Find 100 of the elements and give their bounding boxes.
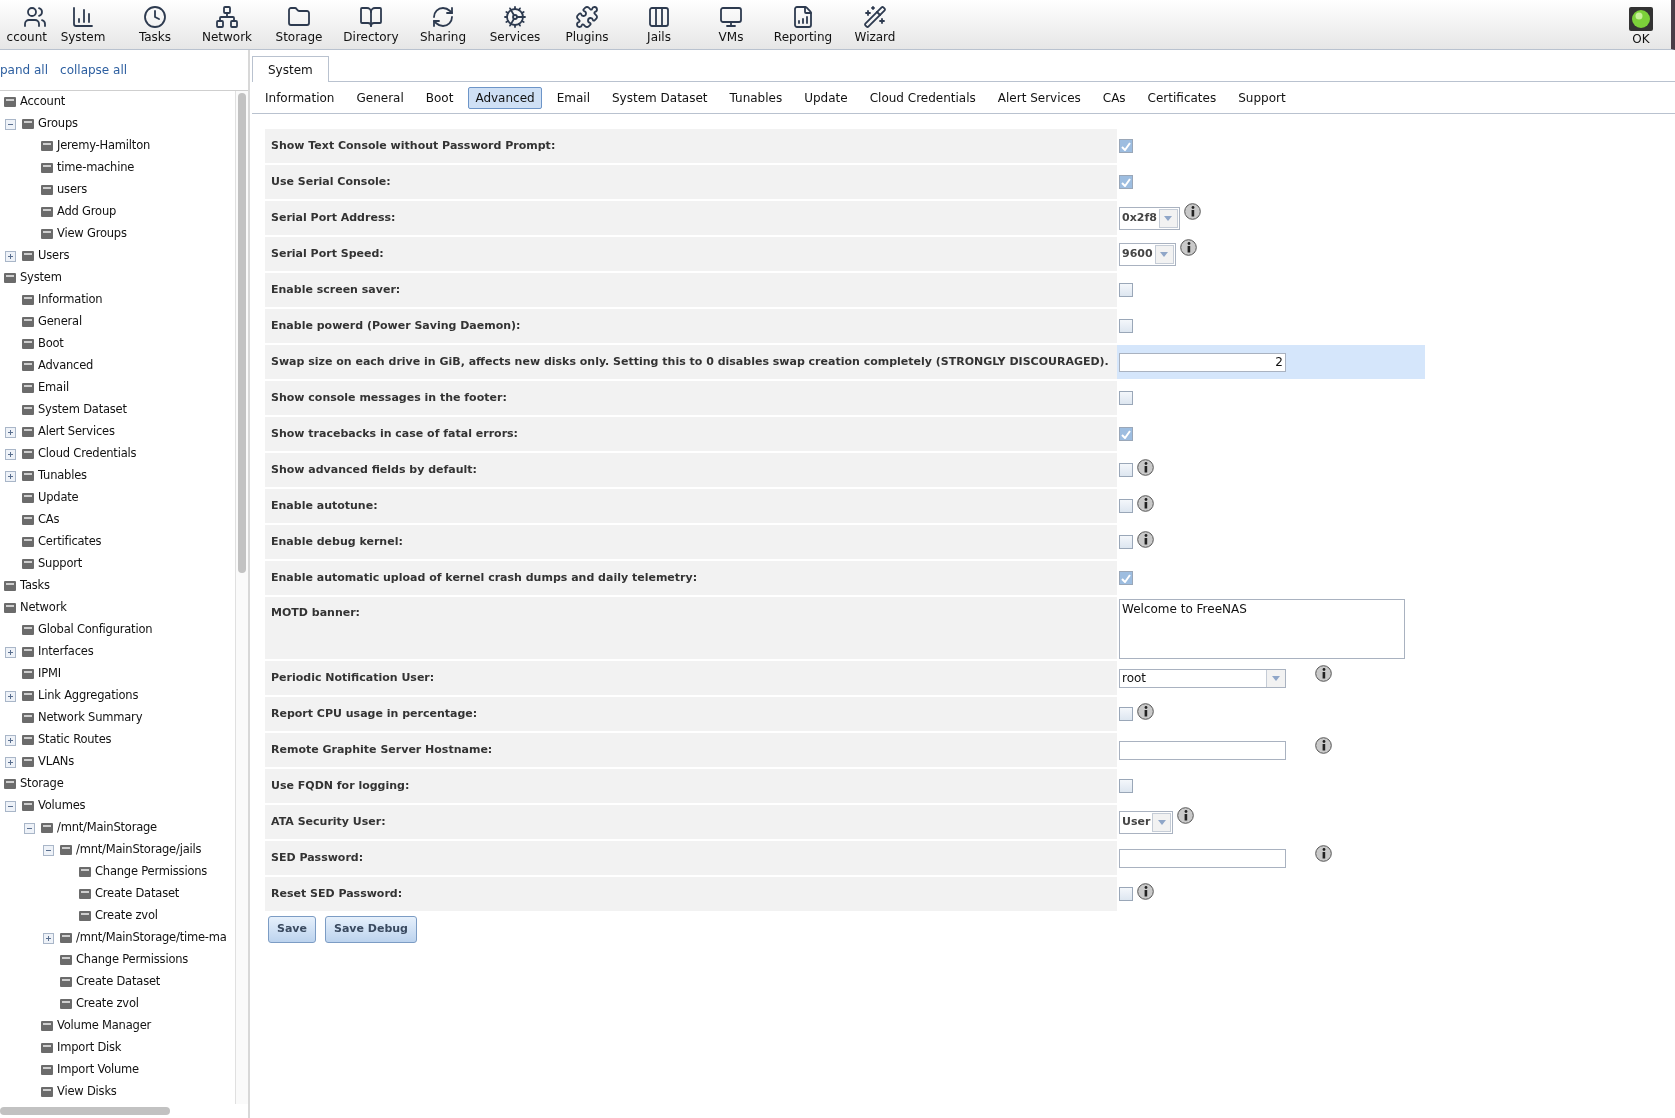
info-icon[interactable] bbox=[1315, 736, 1332, 754]
tab[interactable]: Cloud Credentials bbox=[862, 86, 983, 109]
collapse-toggle-icon[interactable] bbox=[43, 844, 54, 856]
tab[interactable]: Email bbox=[549, 86, 597, 109]
toolbar-button[interactable]: Services bbox=[479, 0, 551, 49]
tree-item[interactable]: Tunables bbox=[38, 467, 87, 485]
tree-item[interactable]: Create zvol bbox=[95, 907, 158, 925]
tree-item[interactable]: View Disks bbox=[57, 1083, 117, 1101]
checkbox[interactable] bbox=[1119, 499, 1133, 513]
collapse-toggle-icon[interactable] bbox=[24, 822, 35, 834]
tree-item[interactable]: General bbox=[38, 313, 82, 331]
select-field[interactable]: 0x2f8 bbox=[1119, 206, 1180, 230]
toolbar-button[interactable]: Jails bbox=[623, 0, 695, 49]
info-icon[interactable] bbox=[1137, 531, 1154, 548]
checkbox[interactable] bbox=[1119, 463, 1133, 477]
tree-item[interactable]: users bbox=[57, 181, 88, 199]
tab[interactable]: Tunables bbox=[722, 86, 790, 109]
toolbar-button[interactable]: System bbox=[47, 0, 119, 49]
tree-item[interactable]: Volume Manager bbox=[57, 1017, 152, 1035]
tree-item[interactable]: System Dataset bbox=[38, 401, 127, 419]
input-field[interactable] bbox=[1119, 740, 1286, 760]
tree-item[interactable]: Update bbox=[38, 489, 79, 507]
select-field[interactable]: User bbox=[1119, 810, 1174, 834]
toolbar-button[interactable]: Storage bbox=[263, 0, 335, 49]
checkbox[interactable] bbox=[1119, 779, 1133, 793]
info-icon[interactable] bbox=[1177, 806, 1195, 824]
tree-item[interactable]: IPMI bbox=[38, 665, 61, 683]
tree-item[interactable]: Network Summary bbox=[38, 709, 143, 727]
tree-item[interactable]: Advanced bbox=[38, 357, 94, 375]
tab[interactable]: General bbox=[349, 86, 411, 109]
tree-item[interactable]: Change Permissions bbox=[95, 863, 208, 881]
tree-item[interactable]: Change Permissions bbox=[76, 951, 189, 969]
info-icon[interactable] bbox=[1137, 495, 1154, 512]
info-icon[interactable] bbox=[1315, 844, 1332, 862]
expand-toggle-icon[interactable] bbox=[5, 756, 16, 768]
expand-toggle-icon[interactable] bbox=[5, 690, 16, 702]
tab[interactable]: Support bbox=[1231, 86, 1293, 109]
toolbar-button[interactable]: Sharing bbox=[407, 0, 479, 49]
tree-item[interactable]: Create Dataset bbox=[95, 885, 180, 903]
scrollbar-thumb[interactable] bbox=[0, 1107, 170, 1115]
select-field[interactable]: root bbox=[1119, 668, 1286, 688]
tab[interactable]: Information bbox=[258, 86, 342, 109]
tree-item[interactable]: Cloud Credentials bbox=[38, 445, 137, 463]
tree-item[interactable]: System bbox=[20, 269, 62, 287]
toolbar-button[interactable]: Directory bbox=[335, 0, 407, 49]
tree-item[interactable]: Network bbox=[20, 599, 67, 617]
tree-item[interactable]: time-machine bbox=[57, 159, 135, 177]
status-light-icon[interactable] bbox=[1629, 7, 1653, 31]
tree-item[interactable]: Groups bbox=[38, 115, 78, 133]
expand-toggle-icon[interactable] bbox=[43, 932, 54, 944]
info-icon[interactable] bbox=[1179, 238, 1197, 256]
tree-item[interactable]: Static Routes bbox=[38, 731, 112, 749]
expand-toggle-icon[interactable] bbox=[5, 426, 16, 438]
toolbar-button[interactable]: Reporting bbox=[767, 0, 839, 49]
checkbox[interactable] bbox=[1119, 283, 1133, 297]
tree-item[interactable]: Boot bbox=[38, 335, 64, 353]
tree-item[interactable]: Alert Services bbox=[38, 423, 115, 441]
tree-item[interactable]: Link Aggregations bbox=[38, 687, 139, 705]
checkbox[interactable] bbox=[1119, 887, 1133, 901]
tree-item[interactable]: View Groups bbox=[57, 225, 127, 243]
checkbox[interactable] bbox=[1119, 175, 1133, 189]
tab[interactable]: Certificates bbox=[1140, 86, 1224, 109]
collapse-toggle-icon[interactable] bbox=[5, 118, 16, 130]
tab[interactable]: System Dataset bbox=[604, 86, 715, 109]
tree-item[interactable]: Certificates bbox=[38, 533, 102, 551]
tree-item[interactable]: Volumes bbox=[38, 797, 86, 815]
tree-item[interactable]: Information bbox=[38, 291, 103, 309]
form-button[interactable]: Save Debug bbox=[325, 916, 417, 943]
input-field[interactable] bbox=[1119, 848, 1286, 868]
toolbar-button[interactable]: Network bbox=[191, 0, 263, 49]
info-icon[interactable] bbox=[1183, 202, 1201, 220]
info-icon[interactable] bbox=[1137, 703, 1154, 720]
text-area[interactable]: Welcome to FreeNAS bbox=[1119, 599, 1405, 659]
info-icon[interactable] bbox=[1315, 664, 1332, 682]
toolbar-button[interactable]: ccount bbox=[0, 0, 47, 49]
tree-item[interactable]: Interfaces bbox=[38, 643, 94, 661]
tree-item[interactable]: Support bbox=[38, 555, 83, 573]
expand-toggle-icon[interactable] bbox=[5, 470, 16, 482]
tree-item[interactable]: Email bbox=[38, 379, 69, 397]
tree-item[interactable]: Global Configuration bbox=[38, 621, 153, 639]
tree-item[interactable]: Storage bbox=[20, 775, 64, 793]
toolbar-button[interactable]: Wizard bbox=[839, 0, 911, 49]
tree-item[interactable]: Users bbox=[38, 247, 70, 265]
checkbox[interactable] bbox=[1119, 319, 1133, 333]
tree-item[interactable]: Create Dataset bbox=[76, 973, 161, 991]
tree-item[interactable]: CAs bbox=[38, 511, 60, 529]
checkbox[interactable] bbox=[1119, 139, 1133, 153]
tree-item[interactable]: VLANs bbox=[38, 753, 74, 771]
tab[interactable]: CAs bbox=[1095, 86, 1133, 109]
tab[interactable]: Advanced bbox=[468, 86, 542, 109]
tree-item[interactable]: Import Volume bbox=[57, 1061, 139, 1079]
toolbar-button[interactable]: Tasks bbox=[119, 0, 191, 49]
tab[interactable]: System bbox=[252, 56, 329, 82]
tree-item[interactable]: /mnt/MainStorage bbox=[57, 819, 157, 837]
tree-link[interactable]: collapse all bbox=[60, 61, 128, 79]
toolbar-button[interactable]: Plugins bbox=[551, 0, 623, 49]
expand-toggle-icon[interactable] bbox=[5, 250, 16, 262]
checkbox[interactable] bbox=[1119, 707, 1133, 721]
form-button[interactable]: Save bbox=[268, 916, 316, 943]
checkbox[interactable] bbox=[1119, 427, 1133, 441]
